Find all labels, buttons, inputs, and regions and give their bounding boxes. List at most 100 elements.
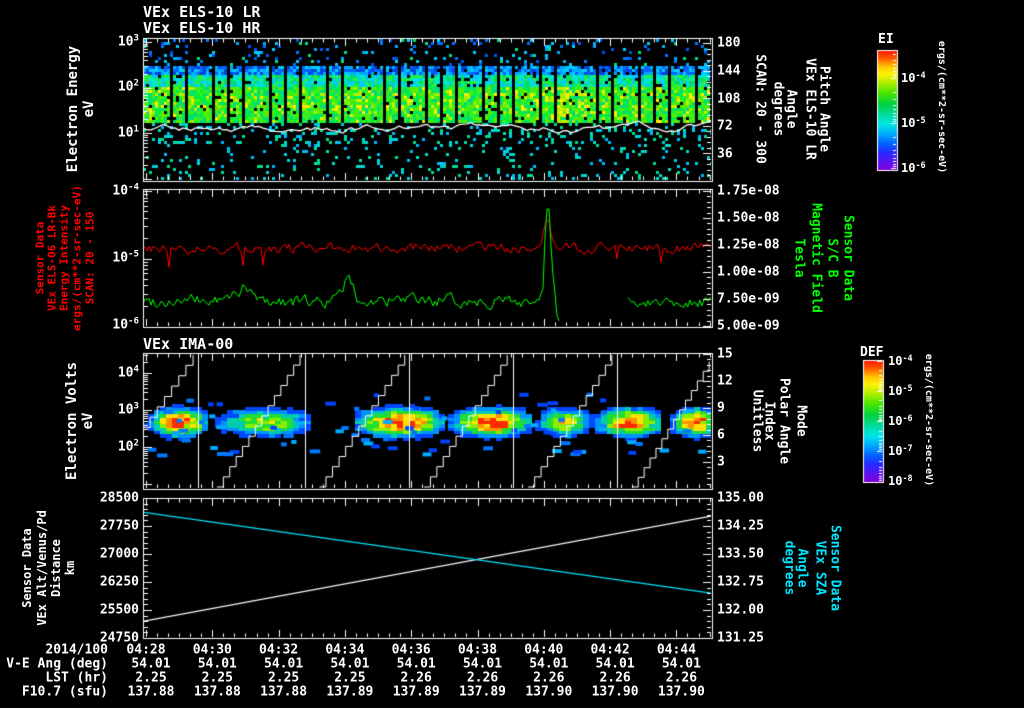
pitch-angle-tick: 36 [717, 146, 733, 162]
table-value: 2.25 [267, 670, 300, 686]
ima-y-tick: 102 [117, 438, 139, 455]
els-y-tick: 103 [117, 33, 139, 50]
bfield-axis-title: Sensor Data [840, 214, 856, 302]
def-colorbar-tick: 10-6 [888, 412, 913, 428]
sza-tick: 132.00 [717, 602, 764, 618]
els-y-axis-title: Electron Energy [65, 45, 81, 173]
table-row-label-lst: LST (hr) [45, 670, 108, 686]
table-value: 54.01 [197, 656, 237, 672]
table-value: 2.26 [466, 670, 499, 686]
els-y-tick: 101 [117, 124, 139, 141]
table-value: 54.01 [529, 656, 569, 672]
table-value: 137.89 [392, 684, 440, 700]
bfield-tick: 5.00e-09 [717, 318, 780, 334]
sza-tick: 133.50 [717, 546, 764, 562]
els-y-tick: 102 [117, 78, 139, 95]
bfield-tick: 1.25e-08 [717, 237, 780, 253]
ima-y-axis-title: Electron Volts [64, 361, 80, 481]
table-value: 137.88 [127, 684, 175, 700]
def-colorbar-tick: 10-7 [888, 442, 913, 458]
altitude-y-axis-title: VEx Alt/Venus/Pd [35, 510, 49, 626]
altitude-y-tick: 25500 [99, 602, 139, 618]
pitch-angle-axis-title: SCAN: 20 - 300 [752, 54, 768, 164]
intensity-y-axis-title: Sensor Data [33, 221, 47, 295]
polar-index-tick: 6 [717, 427, 725, 443]
table-value: 54.01 [661, 656, 701, 672]
table-row-label-date: 2014/100 [45, 642, 108, 658]
bfield-tick: 1.00e-08 [717, 264, 780, 280]
intensity-y-tick: 10-5 [112, 249, 139, 266]
table-value: 137.88 [260, 684, 308, 700]
intensity-y-axis-title: ergs/(cm**2-sr-sec-eV) [70, 185, 84, 331]
table-value: 2.26 [533, 670, 565, 686]
sza-tick: 132.75 [717, 574, 764, 590]
table-value: 54.01 [396, 656, 436, 672]
intensity-y-axis-title: VEx ELS-06 LR-Bk [45, 205, 59, 311]
table-value: 137.90 [525, 684, 573, 700]
time-label: 04:32 [259, 642, 299, 658]
intensity-y-axis-title: SCAN: 20 - 150 [83, 211, 97, 305]
time-label: 04:30 [192, 642, 232, 658]
time-label: 04:42 [590, 642, 630, 658]
polar-index-axis-title: Mode [793, 405, 809, 437]
sza-tick: 131.25 [717, 630, 764, 646]
time-label: 04:36 [391, 642, 431, 658]
altitude-y-axis-title: Sensor Data [20, 528, 34, 608]
pitch-angle-axis-title: Angle [783, 89, 799, 129]
def-colorbar-units: ergs/(cm**2-sr-sec-eV) [923, 353, 934, 487]
table-value: 2.26 [665, 670, 698, 686]
table-value: 2.25 [135, 670, 167, 686]
time-label: 04:44 [656, 642, 696, 658]
sza-tick: 134.25 [717, 518, 764, 534]
ei-colorbar-tick: 10-4 [901, 69, 926, 85]
ima-y-tick: 103 [117, 401, 139, 418]
sza-axis-title: Angle [794, 548, 810, 588]
colorbar-def-title: DEF [860, 345, 884, 360]
intensity-y-axis-title: Energy Intensity [57, 205, 71, 311]
panel-title-els-lr: VEx ELS-10 LR [143, 3, 261, 21]
table-value: 2.26 [400, 670, 432, 686]
table-value: 54.01 [330, 656, 370, 672]
els-y-axis-title: eV [81, 100, 97, 118]
table-value: 54.01 [462, 656, 503, 672]
bfield-axis-title: Magnetic Field [808, 203, 824, 313]
altitude-y-tick: 27000 [99, 546, 139, 562]
time-label: 04:40 [524, 642, 564, 658]
pitch-angle-tick: 72 [717, 118, 733, 134]
table-row-label-f107: F10.7 (sfu) [21, 684, 108, 700]
table-row-label-veang: V-E Ang (deg) [6, 656, 108, 672]
panel-title-els-hr: VEx ELS-10 HR [143, 19, 261, 37]
table-value: 137.90 [657, 684, 705, 700]
altitude-y-axis-title: km [63, 560, 77, 576]
bfield-tick: 1.75e-08 [717, 183, 780, 199]
pitch-angle-tick: 180 [717, 35, 741, 51]
def-colorbar-tick: 10-4 [888, 352, 913, 368]
altitude-y-axis-title: Distance [49, 539, 63, 597]
time-label: 04:34 [325, 642, 365, 658]
pitch-angle-tick: 144 [717, 63, 741, 79]
polar-index-axis-title: Index [761, 401, 777, 441]
altitude-y-tick: 28500 [99, 490, 139, 506]
time-label: 04:38 [457, 642, 498, 658]
sza-axis-title: Sensor Data [827, 524, 843, 612]
ei-colorbar-tick: 10-5 [901, 114, 926, 130]
bfield-tick: 7.50e-09 [717, 291, 780, 307]
table-value: 2.25 [334, 670, 366, 686]
colorbar-ei-title: EI [878, 32, 894, 47]
polar-index-tick: 15 [717, 346, 733, 362]
ima-y-axis-title: eV [80, 412, 96, 430]
sza-axis-title: VEx SZA [812, 540, 828, 596]
panel-title-ima: VEx IMA-00 [143, 335, 234, 353]
ima-y-tick: 104 [117, 364, 139, 381]
altitude-y-tick: 27750 [99, 518, 139, 534]
sza-tick: 135.00 [717, 490, 764, 506]
intensity-y-tick: 10-6 [112, 316, 139, 333]
polar-index-tick: 3 [717, 454, 725, 470]
intensity-y-tick: 10-4 [112, 182, 139, 199]
def-colorbar-tick: 10-5 [888, 382, 913, 398]
pitch-angle-tick: 108 [717, 91, 741, 107]
table-value: 137.89 [459, 684, 506, 700]
table-value: 54.01 [264, 656, 304, 672]
pitch-angle-axis-title: VEx ELS-10 LR [802, 58, 818, 160]
table-value: 54.01 [595, 656, 635, 672]
